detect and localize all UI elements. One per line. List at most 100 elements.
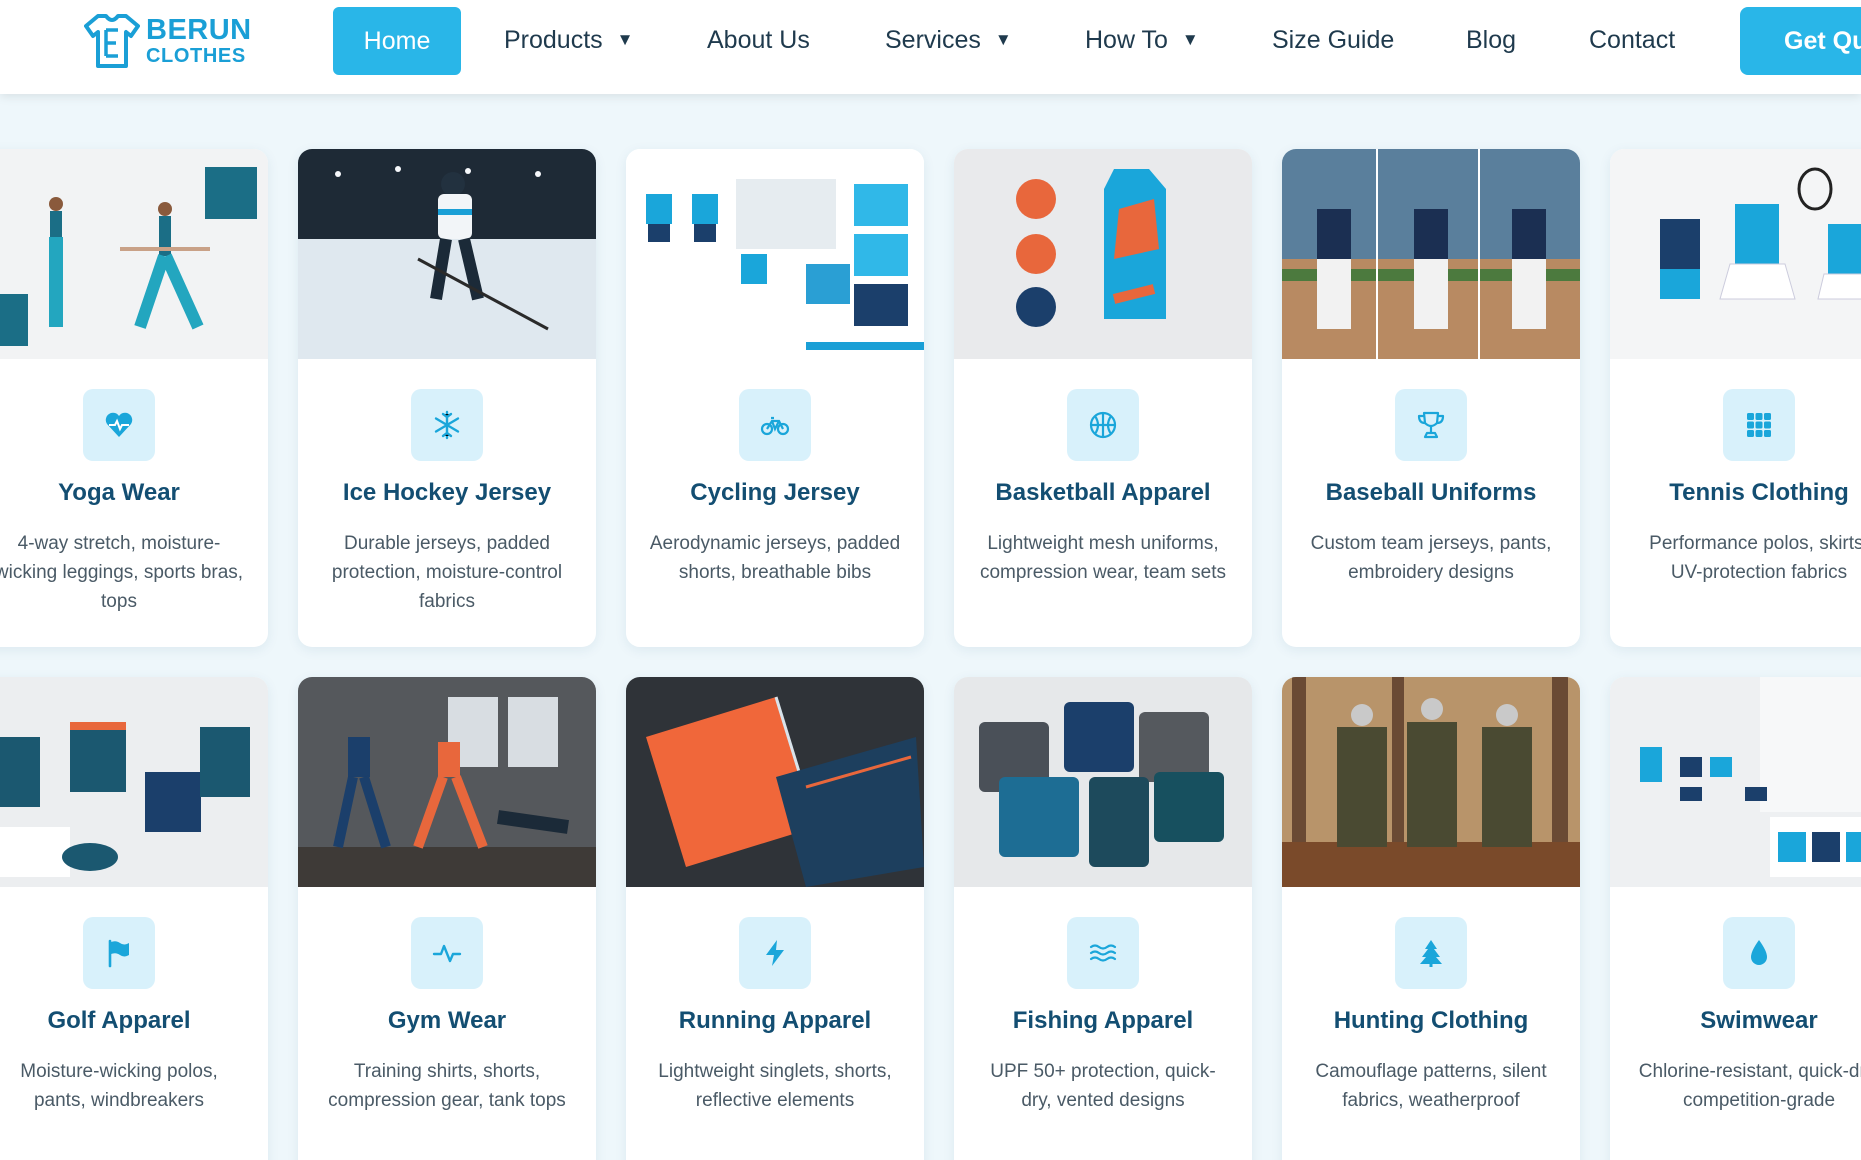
get-quote-button[interactable]: Get Qu: [1740, 7, 1861, 75]
category-card-gym[interactable]: Gym Wear Training shirts, shorts, compre…: [298, 677, 596, 1160]
snowflake-icon: [434, 410, 460, 440]
heart-pulse-icon: [105, 412, 133, 437]
nav-about-label: About Us: [707, 25, 810, 54]
golf-photo: [0, 677, 268, 887]
card-photo: [0, 677, 268, 887]
fishing-photo: [954, 677, 1252, 887]
chevron-down-icon: ▼: [1181, 30, 1199, 49]
category-card-fishing[interactable]: Fishing Apparel UPF 50+ protection, quic…: [954, 677, 1252, 1160]
card-description: Training shirts, shorts, compression gea…: [328, 1061, 566, 1111]
card-description: Lightweight mesh uniforms, compression w…: [979, 533, 1227, 583]
card-photo: [954, 149, 1252, 359]
card-title: Baseball Uniforms: [1325, 479, 1537, 506]
card-icon-box: [411, 917, 483, 989]
nav-about[interactable]: About Us: [707, 0, 810, 80]
card-title: Hunting Clothing: [1333, 1007, 1529, 1034]
card-icon-box: [411, 389, 483, 461]
nav-howto[interactable]: How To ▼: [1085, 0, 1199, 80]
chevron-down-icon: ▼: [616, 30, 634, 49]
nav-home[interactable]: Home: [333, 7, 461, 75]
card-icon-box: [1395, 917, 1467, 989]
card-photo: [1282, 149, 1580, 359]
card-icon-box: [1395, 389, 1467, 461]
nav-services-label: Services: [885, 25, 981, 54]
nav-blog[interactable]: Blog: [1466, 0, 1516, 80]
brand-logo[interactable]: BERUN CLOTHES: [84, 12, 252, 70]
card-photo: [626, 149, 924, 359]
bicycle-icon: [760, 416, 790, 436]
category-card-cycling[interactable]: Cycling Jersey Aerodynamic jerseys, padd…: [626, 149, 924, 647]
category-card-yoga[interactable]: Yoga Wear 4-way stretch, moisture-wickin…: [0, 149, 268, 647]
card-title: Cycling Jersey: [690, 479, 860, 506]
category-card-ice-hockey[interactable]: Ice Hockey Jersey Durable jerseys, padde…: [298, 149, 596, 647]
card-title: Yoga Wear: [58, 479, 180, 506]
chevron-down-icon: ▼: [994, 30, 1012, 49]
card-title: Tennis Clothing: [1669, 479, 1849, 506]
nav-howto-label: How To: [1085, 25, 1168, 54]
card-description: Aerodynamic jerseys, padded shorts, brea…: [649, 533, 901, 583]
nav-blog-label: Blog: [1466, 25, 1517, 54]
card-title: Basketball Apparel: [995, 479, 1211, 506]
category-card-tennis[interactable]: Tennis Clothing Performance polos, skirt…: [1610, 149, 1861, 647]
yoga-photo: [0, 149, 268, 359]
card-photo: [1610, 677, 1861, 887]
brand-line1: BERUN: [146, 14, 252, 46]
card-title: Golf Apparel: [47, 1007, 191, 1034]
bolt-icon: [766, 940, 784, 966]
card-icon-box: [739, 389, 811, 461]
shirt-logo-icon: [84, 14, 140, 68]
card-description: Durable jerseys, padded protection, mois…: [331, 533, 563, 612]
category-card-swimwear[interactable]: Swimwear Chlorine-resistant, quick-dry, …: [1610, 677, 1861, 1160]
flag-icon: [108, 939, 129, 968]
nav-products-label: Products: [504, 25, 603, 54]
card-title: Ice Hockey Jersey: [342, 479, 552, 506]
grid-icon: [1747, 413, 1771, 437]
card-photo: [0, 149, 268, 359]
category-card-basketball[interactable]: Basketball Apparel Lightweight mesh unif…: [954, 149, 1252, 647]
nav-size-guide[interactable]: Size Guide: [1272, 0, 1394, 80]
gym-photo: [298, 677, 596, 887]
category-card-golf[interactable]: Golf Apparel Moisture-wicking polos, pan…: [0, 677, 268, 1160]
nav-products[interactable]: Products ▼: [504, 0, 634, 80]
card-description: Lightweight singlets, shorts, reflective…: [658, 1061, 892, 1111]
card-title: Swimwear: [1700, 1007, 1818, 1034]
swimwear-photo: [1610, 677, 1861, 887]
basketball-icon: [1089, 411, 1117, 439]
trophy-icon: [1417, 411, 1445, 439]
brand-name: BERUN CLOTHES: [146, 14, 252, 67]
card-photo: [1282, 677, 1580, 887]
card-icon-box: [1067, 389, 1139, 461]
activity-icon: [432, 944, 462, 963]
tree-icon: [1420, 940, 1442, 967]
card-description: Custom team jerseys, pants, embroidery d…: [1310, 533, 1552, 583]
water-drop-icon: [1751, 940, 1767, 965]
ice-hockey-photo: [298, 149, 596, 359]
card-description: Moisture-wicking polos, pants, windbreak…: [20, 1061, 218, 1111]
card-icon-box: [83, 917, 155, 989]
card-photo: [298, 149, 596, 359]
card-icon-box: [1723, 389, 1795, 461]
nav-services[interactable]: Services ▼: [885, 0, 1012, 80]
card-photo: [298, 677, 596, 887]
category-card-running[interactable]: Running Apparel Lightweight singlets, sh…: [626, 677, 924, 1160]
baseball-photo: [1282, 149, 1580, 359]
nav-contact[interactable]: Contact: [1589, 0, 1675, 80]
card-description: Performance polos, skirts, UV-protection…: [1649, 533, 1861, 583]
category-card-baseball[interactable]: Baseball Uniforms Custom team jerseys, p…: [1282, 149, 1580, 647]
card-photo: [626, 677, 924, 887]
card-icon-box: [1723, 917, 1795, 989]
card-title: Running Apparel: [678, 1007, 872, 1034]
nav-contact-label: Contact: [1589, 25, 1676, 54]
card-description: Camouflage patterns, silent fabrics, wea…: [1315, 1061, 1547, 1111]
site-header: BERUN CLOTHES Home Products ▼ About Us S…: [0, 0, 1861, 94]
card-title: Fishing Apparel: [1012, 1007, 1194, 1034]
card-icon-box: [83, 389, 155, 461]
cycling-photo: [626, 149, 924, 359]
category-card-hunting[interactable]: Hunting Clothing Camouflage patterns, si…: [1282, 677, 1580, 1160]
hunting-photo: [1282, 677, 1580, 887]
card-icon-box: [1067, 917, 1139, 989]
card-title: Gym Wear: [387, 1007, 507, 1034]
card-description: UPF 50+ protection, quick-dry, vented de…: [990, 1061, 1216, 1111]
card-photo: [1610, 149, 1861, 359]
card-description: Chlorine-resistant, quick-dry, competiti…: [1638, 1061, 1861, 1111]
